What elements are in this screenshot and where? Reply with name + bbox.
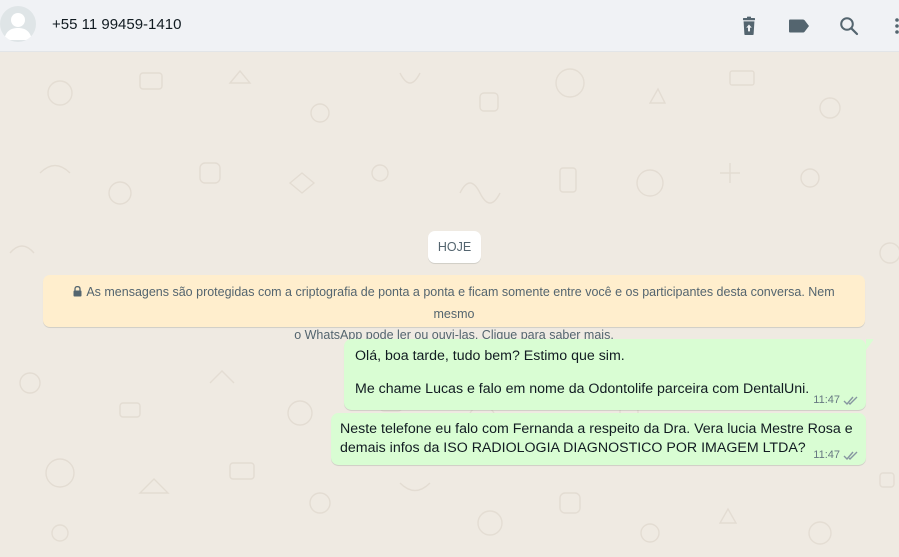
message-time: 11:47 [813,449,840,461]
read-ticks-icon [843,451,858,460]
bubble-tail [866,339,874,350]
read-ticks-icon [843,396,858,405]
avatar[interactable] [0,6,36,42]
menu-icon[interactable] [888,14,899,38]
lock-icon [73,283,82,304]
message-text: Olá, boa tarde, tudo bem? Estimo que sim… [355,348,625,364]
message-text: Neste telefone eu falo com Fernanda a re… [340,421,853,437]
chat-header: +55 11 99459-1410 [0,0,899,52]
search-icon[interactable] [837,14,861,38]
label-icon[interactable] [787,14,811,38]
chat-area: HOJE As mensagens são protegidas com a c… [0,53,899,557]
message-meta: 11:47 [813,394,859,406]
message-meta: 11:47 [813,449,859,461]
outgoing-message[interactable]: Olá, boa tarde, tudo bem? Estimo que sim… [344,339,874,410]
encryption-notice[interactable]: As mensagens são protegidas com a cripto… [43,275,865,342]
message-time: 11:47 [813,394,840,406]
outgoing-message[interactable]: Neste telefone eu falo com Fernanda a re… [331,413,866,465]
contact-name[interactable]: +55 11 99459-1410 [52,16,181,33]
archive-icon[interactable] [737,14,761,38]
message-text: demais infos da ISO RADIOLOGIA DIAGNOSTI… [340,440,806,456]
day-divider: HOJE [428,231,481,263]
message-text: Me chame Lucas e falo em nome da Odontol… [355,381,810,397]
encryption-notice-line-1: As mensagens são protegidas com a cripto… [55,282,853,325]
default-avatar-icon [4,13,32,40]
